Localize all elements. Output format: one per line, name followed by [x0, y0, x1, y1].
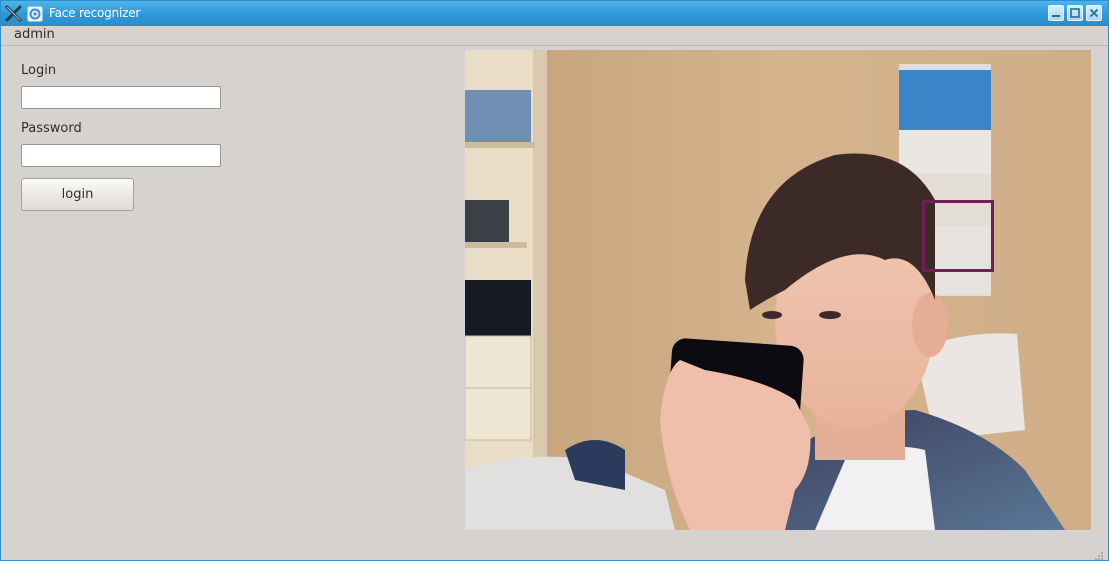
login-label: Login [21, 63, 57, 78]
window-title: Face recognizer [49, 6, 141, 20]
title-bar[interactable]: Face recognizer [1, 1, 1108, 26]
password-input[interactable] [21, 144, 221, 167]
maximize-icon [1070, 8, 1080, 18]
close-button[interactable] [1086, 5, 1102, 21]
pin-icon[interactable] [27, 6, 43, 22]
face-detection-box [922, 200, 994, 272]
resize-grip-icon[interactable] [1094, 546, 1104, 560]
login-button[interactable]: login [21, 178, 134, 211]
menu-item-admin[interactable]: admin [14, 27, 55, 42]
close-icon [1089, 8, 1099, 18]
app-window: Face recognizer admin Login Password log… [0, 0, 1109, 561]
camera-feed [465, 50, 1091, 530]
login-input[interactable] [21, 86, 221, 109]
minimize-button[interactable] [1048, 5, 1064, 21]
menu-bar: admin [1, 26, 1108, 46]
minimize-icon [1052, 15, 1060, 17]
password-label: Password [21, 121, 82, 136]
app-x-icon[interactable] [5, 5, 22, 22]
maximize-button[interactable] [1067, 5, 1083, 21]
webcam-image [465, 50, 1091, 530]
